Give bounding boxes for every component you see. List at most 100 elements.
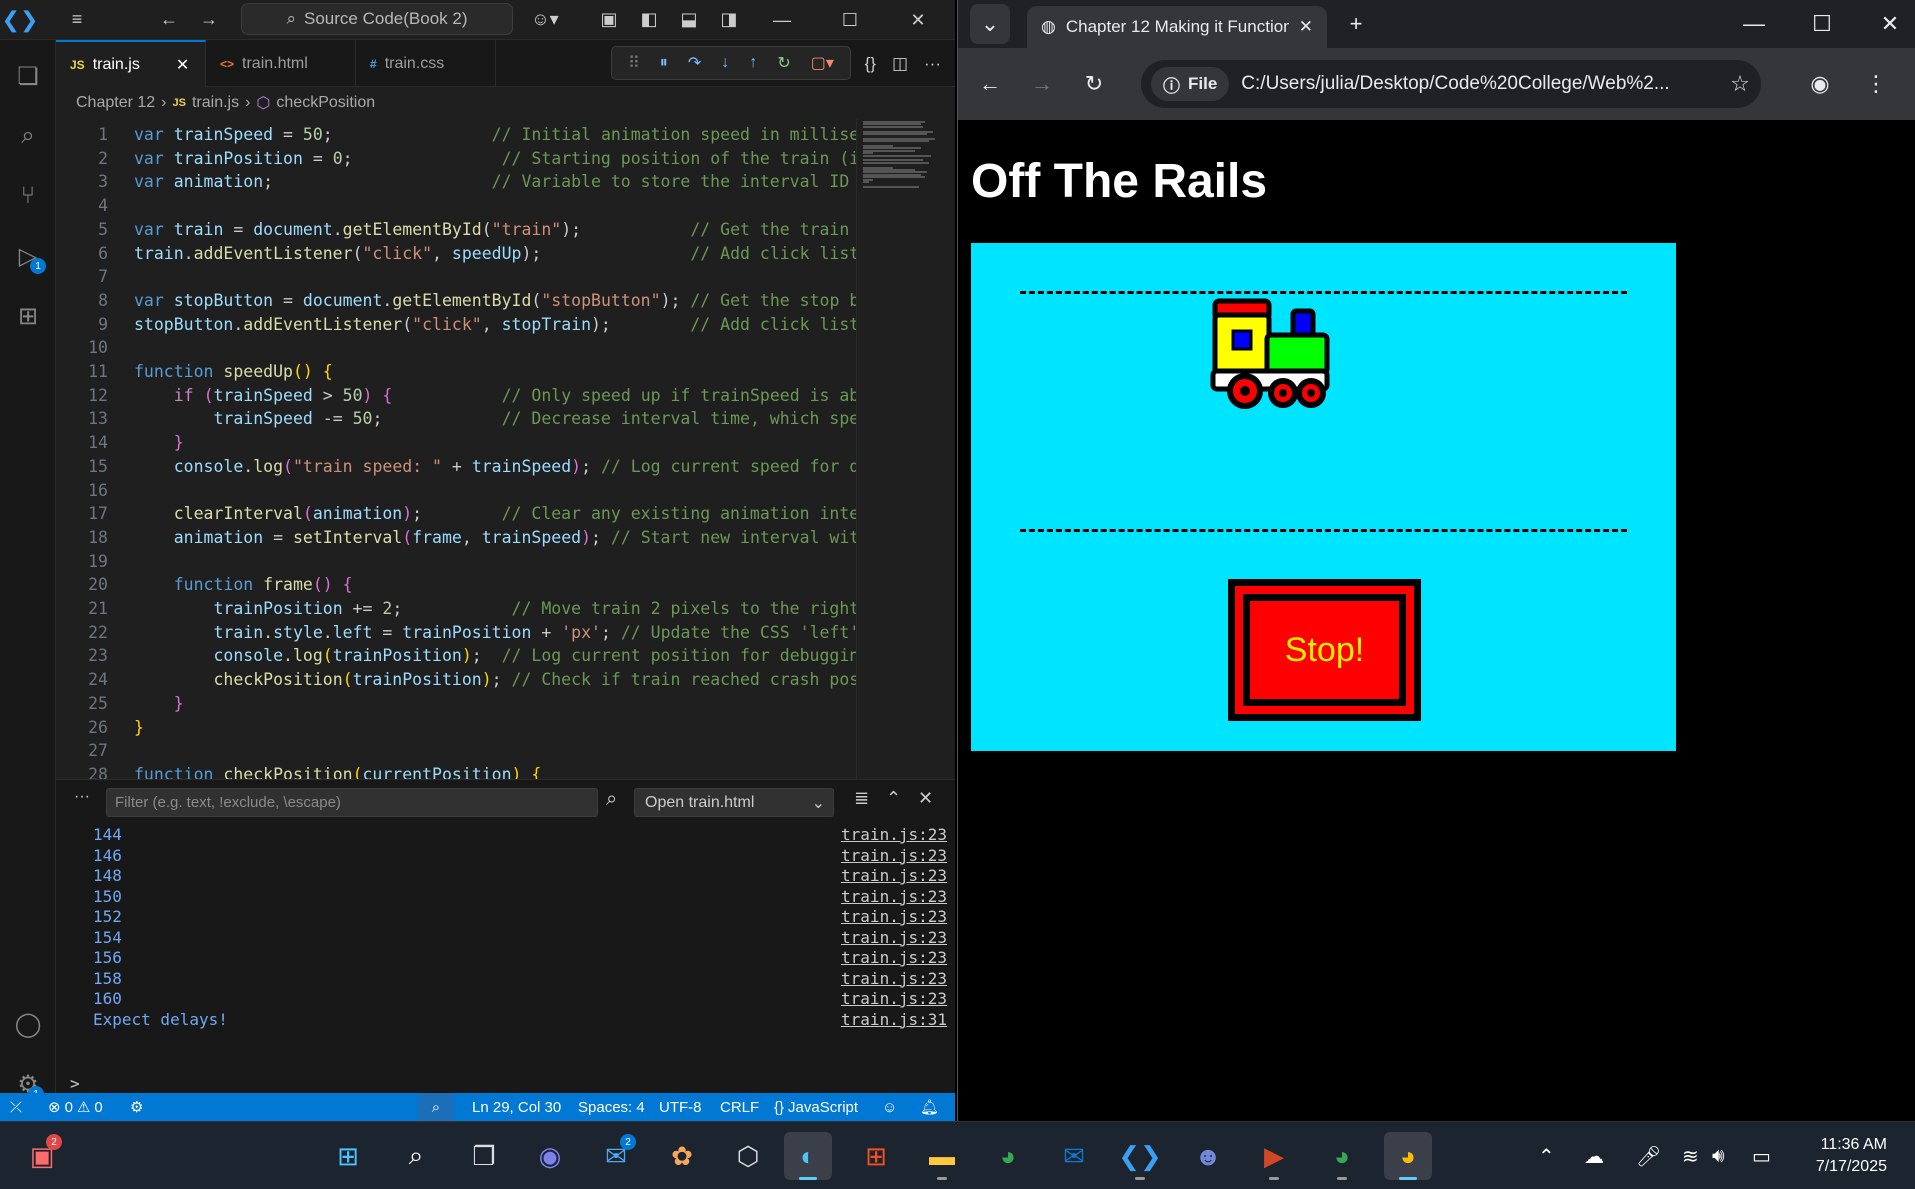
code-line[interactable]: 18 animation = setInterval(frame, trainS… <box>56 526 869 550</box>
copilot-icon[interactable]: ☺▾ <box>528 3 562 37</box>
editor-scrollbar[interactable] <box>935 119 955 779</box>
code-editor[interactable]: 1 var trainSpeed = 50; // Initial animati… <box>56 119 955 779</box>
copilot-icon[interactable]: ✿ <box>658 1132 706 1180</box>
pause-icon[interactable]: ⏸ <box>660 54 668 72</box>
start-windows-icon[interactable]: ⊞ <box>324 1132 372 1180</box>
code-line[interactable]: 2 var trainPosition = 0; // Starting posi… <box>56 147 869 171</box>
code-line[interactable]: 22 train.style.left = trainPosition + 'p… <box>56 621 859 645</box>
code-line[interactable]: 21 trainPosition += 2; // Move train 2 p… <box>56 597 859 621</box>
chrome-active-icon[interactable]: ◕ <box>1384 1132 1432 1180</box>
code-line[interactable]: 6 train.addEventListener("click", speedUp… <box>56 242 869 266</box>
code-line[interactable]: 24 checkPosition(trainPosition); // Chec… <box>56 668 869 692</box>
toggle-secondary-sidebar-icon[interactable]: ◨ <box>712 3 746 37</box>
address-bar[interactable]: ⓘ File C:/Users/julia/Desktop/Code%20Col… <box>1141 60 1761 108</box>
split-editor-icon[interactable]: ◫ <box>892 54 908 74</box>
layout-icon[interactable]: ▣ <box>592 3 626 37</box>
forward-arrow-icon[interactable]: → <box>1022 64 1062 104</box>
microphone-icon[interactable]: 🎤︎ <box>1636 1122 1661 1189</box>
back-arrow-icon[interactable]: ← <box>152 3 186 37</box>
close-icon[interactable]: ✕ <box>1870 4 1910 44</box>
store-icon[interactable]: ⊞ <box>852 1132 900 1180</box>
code-line[interactable]: 3 var animation; // Variable to store the… <box>56 170 869 194</box>
vscode-icon[interactable]: ❮❯ <box>1116 1132 1164 1180</box>
notifications-bell-icon[interactable]: 🔔︎ <box>920 1093 939 1121</box>
tray-overflow-icon[interactable]: ⌃ <box>1538 1122 1555 1189</box>
code-line[interactable]: 19 <box>56 550 856 574</box>
onedrive-icon[interactable]: ☁ <box>1584 1122 1604 1189</box>
encoding[interactable]: UTF-8 <box>659 1093 702 1121</box>
file-explorer-icon[interactable]: ▬ <box>918 1132 966 1180</box>
code-line[interactable]: 16 <box>56 479 856 503</box>
reload-icon[interactable]: ↻ <box>1074 64 1114 104</box>
restart-icon[interactable]: ↻ <box>777 53 790 73</box>
code-line[interactable]: 1 var trainSpeed = 50; // Initial animati… <box>56 123 869 147</box>
code-line[interactable]: 4 <box>56 194 856 218</box>
code-line[interactable]: 9 stopButton.addEventListener("click", st… <box>56 313 869 337</box>
profile-icon[interactable]: ◉ <box>1800 64 1840 104</box>
code-line[interactable]: 23 console.log(trainPosition); // Log cu… <box>56 644 869 668</box>
tab-train-js[interactable]: JS train.js ✕ <box>56 40 206 87</box>
bookmark-star-icon[interactable]: ☆ <box>1720 64 1760 104</box>
console-filter-input[interactable]: Filter (e.g. text, !exclude, \escape) <box>106 788 598 817</box>
code-line[interactable]: 10 <box>56 336 856 360</box>
outlook-icon[interactable]: ✉ <box>1050 1132 1098 1180</box>
search-icon[interactable]: ⌕ <box>0 112 56 160</box>
minimize-icon[interactable]: — <box>1734 4 1774 44</box>
teams-icon[interactable]: ◉ <box>526 1132 574 1180</box>
accounts-icon[interactable]: ◯ <box>0 1000 56 1048</box>
command-center-search[interactable]: ⌕ Source Code(Book 2) <box>241 3 513 35</box>
tab-close-icon[interactable]: ✕ <box>1299 17 1313 37</box>
code-line[interactable]: 14 } <box>56 431 856 455</box>
code-line[interactable]: 5 var train = document.getElementById("tr… <box>56 218 869 242</box>
browser-tab[interactable]: ◍ Chapter 12 Making it Functiona ✕ <box>1027 6 1327 48</box>
code-line[interactable]: 7 <box>56 265 856 289</box>
tab-train-html[interactable]: <> train.html <box>206 40 356 87</box>
discord-icon[interactable]: ☻ <box>1184 1132 1232 1180</box>
zoom-icon[interactable]: ⌕ <box>418 1093 454 1121</box>
code-line[interactable]: 26} <box>56 716 856 740</box>
stop-icon[interactable]: ▢▾ <box>811 53 834 73</box>
system-clock[interactable]: 11:36 AM 7/17/2025 <box>1816 1134 1887 1178</box>
chrome-icon[interactable]: ◕ <box>984 1132 1032 1180</box>
stop-button[interactable]: Stop! <box>1228 579 1421 721</box>
run-debug-icon[interactable]: ▷ 1 <box>0 232 56 280</box>
close-icon[interactable]: ✕ <box>884 0 952 40</box>
tab-train-css[interactable]: # train.css <box>356 40 496 87</box>
more-actions-icon[interactable]: ··· <box>924 54 941 74</box>
maximize-icon[interactable]: ☐ <box>1802 4 1842 44</box>
search-icon[interactable]: ⌕ <box>392 1132 440 1180</box>
toggle-panel-icon[interactable]: ⬓ <box>672 3 706 37</box>
tab-close-icon[interactable]: ✕ <box>176 55 189 75</box>
maximize-panel-icon[interactable]: ⌃ <box>886 788 901 809</box>
menu-icon[interactable]: ≡ <box>60 3 94 37</box>
breadcrumb-folder[interactable]: Chapter 12 <box>76 94 155 112</box>
code-line[interactable]: 13 trainSpeed -= 50; // Decrease interva… <box>56 407 869 431</box>
site-info-chip[interactable]: ⓘ File <box>1151 67 1230 101</box>
code-line[interactable]: 25 } <box>56 692 856 716</box>
back-arrow-icon[interactable]: ← <box>970 64 1010 104</box>
clear-console-icon[interactable]: ≣ <box>854 788 869 809</box>
indentation[interactable]: Spaces: 4 <box>578 1093 645 1121</box>
chrome-profile-icon[interactable]: ◕ <box>1318 1132 1366 1180</box>
more-icon[interactable]: ··· <box>74 788 90 806</box>
code-line[interactable]: 27 <box>56 739 856 763</box>
console-source-link[interactable]: train.js:31 <box>841 1007 947 1032</box>
source-control-icon[interactable]: ⑂ <box>0 172 56 220</box>
code-line[interactable]: 20 function frame() { <box>56 573 856 597</box>
breadcrumb-symbol[interactable]: checkPosition <box>276 94 375 112</box>
maximize-icon[interactable]: ☐ <box>816 0 884 40</box>
code-line[interactable]: 17 clearInterval(animation); // Clear an… <box>56 502 869 526</box>
cube-app-icon[interactable]: ⬡ <box>724 1132 772 1180</box>
edge-icon[interactable]: ◐ <box>784 1132 832 1180</box>
copilot-status-icon[interactable]: ☺ <box>882 1093 897 1121</box>
extensions-icon[interactable]: ⊞ <box>0 292 56 340</box>
volume-icon[interactable]: 🔊︎ <box>1712 1122 1725 1189</box>
code-line[interactable]: 15 console.log("train speed: " + trainSp… <box>56 455 869 479</box>
task-view-icon[interactable]: ❐ <box>460 1132 508 1180</box>
powerpoint-icon[interactable]: ▶ <box>1250 1132 1298 1180</box>
drag-handle-icon[interactable]: ⠿ <box>628 53 640 73</box>
braces-icon[interactable]: {} <box>865 54 876 74</box>
search-icon[interactable]: ⌕ <box>606 788 617 811</box>
chrome-menu-icon[interactable]: ⋮ <box>1856 64 1896 104</box>
code-line[interactable]: 8 var stopButton = document.getElementByI… <box>56 289 869 313</box>
